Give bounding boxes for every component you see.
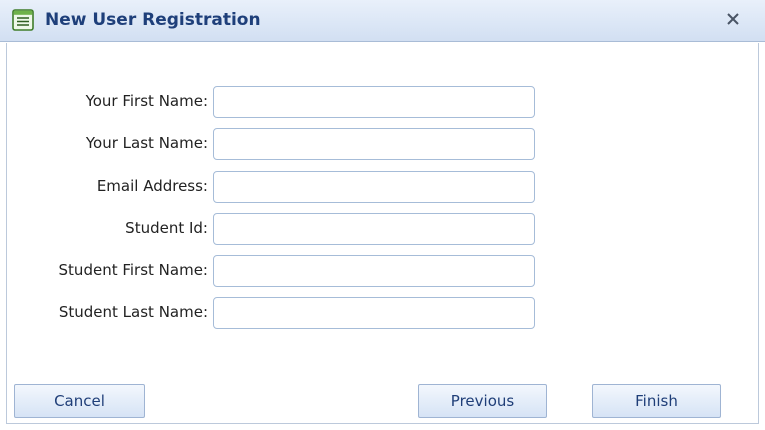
last-name-input[interactable] <box>213 128 535 160</box>
student-first-name-input[interactable] <box>213 255 535 287</box>
student-last-name-label: Student Last Name: <box>58 303 208 321</box>
title-bar: New User Registration <box>0 0 765 42</box>
last-name-label: Your Last Name: <box>85 134 208 152</box>
student-last-name-input[interactable] <box>213 297 535 329</box>
first-name-input[interactable] <box>213 86 535 118</box>
email-label: Email Address: <box>96 177 208 195</box>
form-icon <box>12 9 34 31</box>
close-button[interactable] <box>722 8 744 30</box>
student-first-name-label: Student First Name: <box>58 261 208 279</box>
student-id-label: Student Id: <box>125 219 208 237</box>
finish-button[interactable]: Finish <box>592 384 721 418</box>
email-input[interactable] <box>213 171 535 203</box>
first-name-label: Your First Name: <box>85 92 208 110</box>
registration-dialog: New User Registration Your First Name: Y… <box>0 0 765 430</box>
dialog-title: New User Registration <box>45 10 261 30</box>
close-icon <box>727 13 739 25</box>
cancel-button[interactable]: Cancel <box>14 384 145 418</box>
student-id-input[interactable] <box>213 213 535 245</box>
previous-button[interactable]: Previous <box>418 384 547 418</box>
